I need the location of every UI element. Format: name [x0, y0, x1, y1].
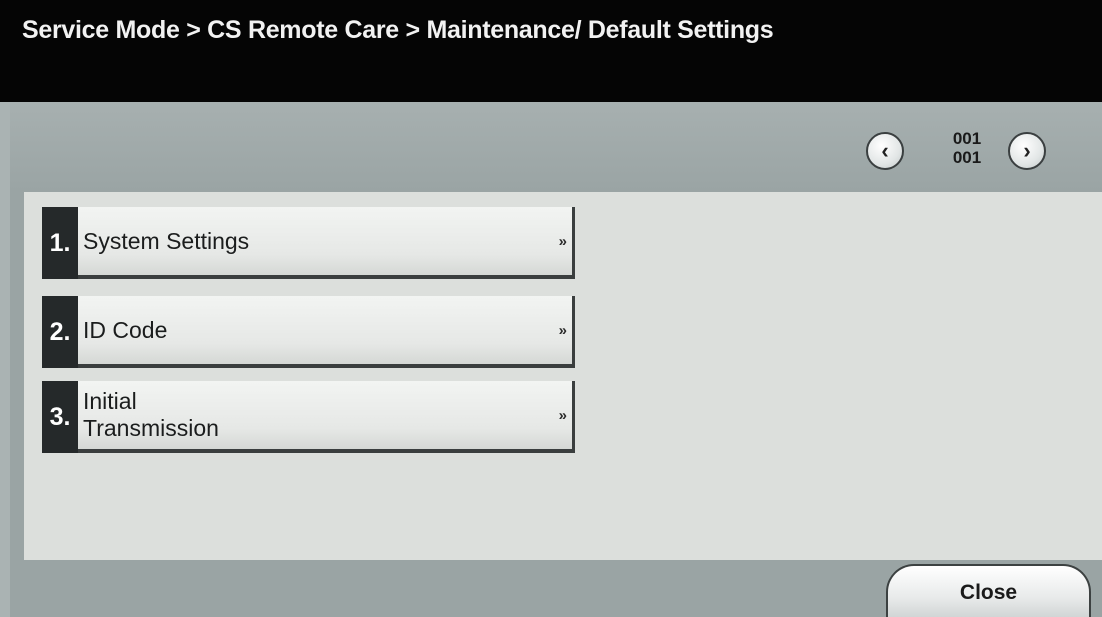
menu-item-number: 2. — [42, 296, 78, 368]
pager-bar: ‹ 001 001 › — [10, 102, 1102, 192]
menu-item-system-settings[interactable]: 1. System Settings » — [42, 207, 575, 279]
next-page-button[interactable]: › — [1008, 132, 1046, 170]
double-arrow-right-icon: » — [558, 321, 568, 339]
close-button[interactable]: Close — [886, 564, 1091, 617]
menu-item-number: 1. — [42, 207, 78, 279]
chevron-left-icon: ‹ — [881, 138, 889, 163]
menu-item-initial-transmission[interactable]: 3. Initial Transmission » — [42, 381, 575, 453]
menu-item-label: System Settings — [83, 227, 250, 254]
menu-item-id-code[interactable]: 2. ID Code » — [42, 296, 575, 368]
breadcrumb: Service Mode > CS Remote Care > Maintena… — [22, 16, 774, 44]
previous-page-button[interactable]: ‹ — [866, 132, 904, 170]
page-indicator: 001 001 — [942, 129, 992, 167]
double-arrow-right-icon: » — [558, 232, 568, 250]
menu-panel: 1. System Settings » 2. ID Code » 3. Ini… — [24, 192, 1102, 560]
menu-item-number: 3. — [42, 381, 78, 453]
menu-item-label: Initial Transmission — [83, 388, 219, 441]
chevron-right-icon: › — [1023, 138, 1031, 163]
menu-item-button[interactable]: Initial Transmission » — [78, 381, 575, 453]
double-arrow-right-icon: » — [558, 406, 568, 424]
content-area: ‹ 001 001 › 1. System Settings » 2. ID C… — [10, 102, 1102, 617]
menu-item-label: ID Code — [83, 316, 168, 343]
title-bar: Service Mode > CS Remote Care > Maintena… — [0, 0, 1102, 102]
menu-item-button[interactable]: ID Code » — [78, 296, 575, 368]
service-mode-screen: Service Mode > CS Remote Care > Maintena… — [0, 0, 1102, 617]
menu-item-button[interactable]: System Settings » — [78, 207, 575, 279]
total-page-number: 001 — [952, 148, 982, 167]
current-page-number: 001 — [952, 129, 982, 148]
